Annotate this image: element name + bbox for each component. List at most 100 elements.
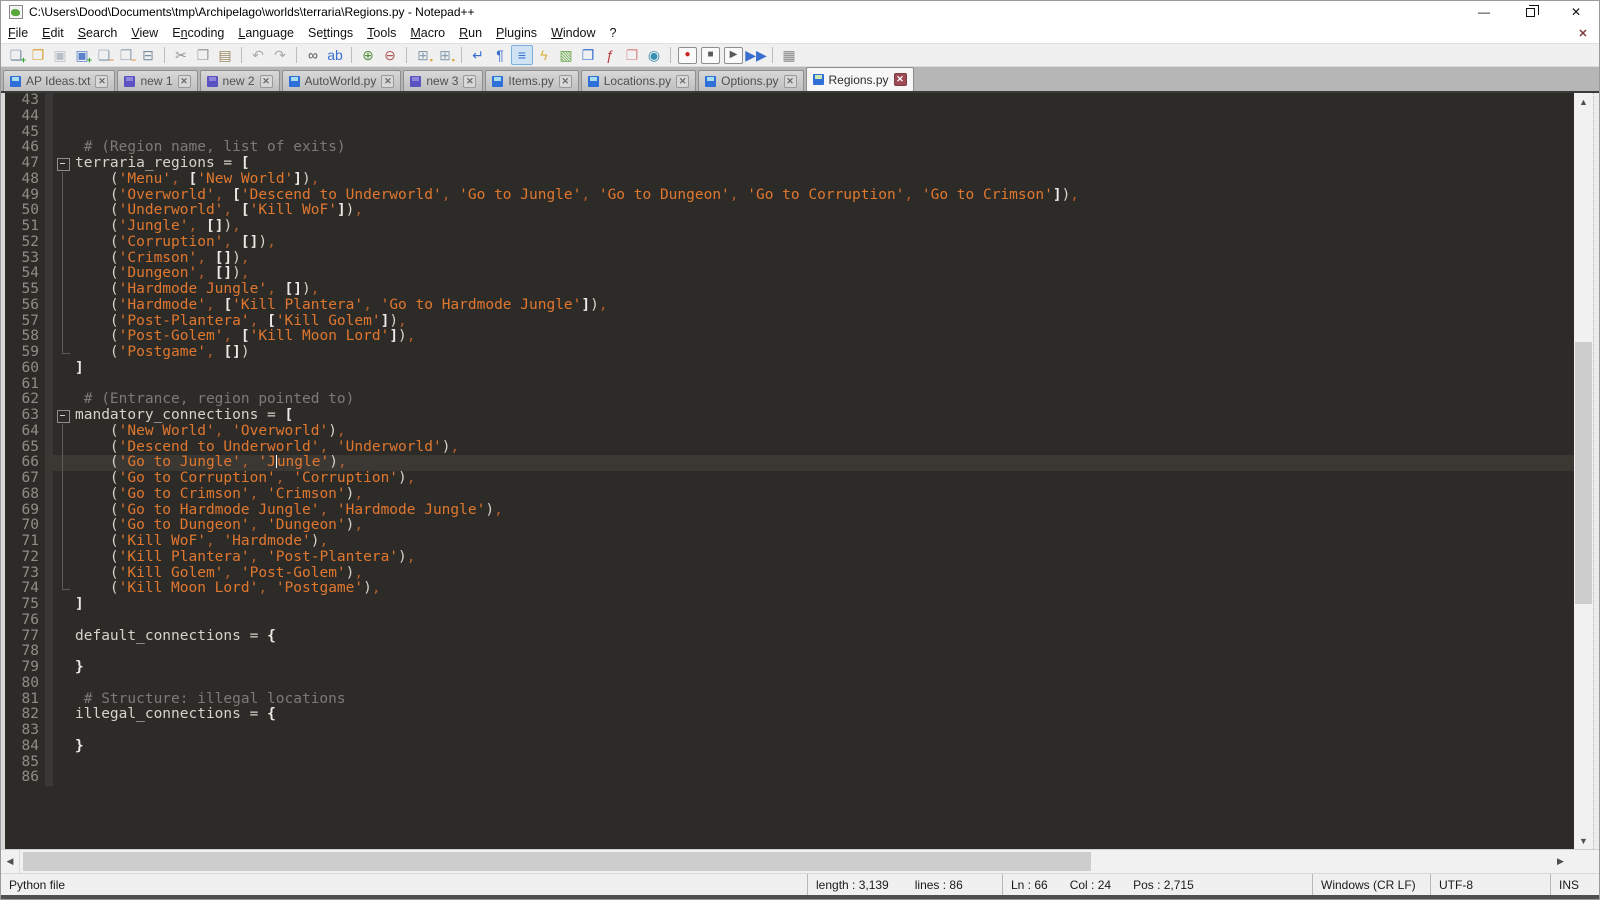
code-text[interactable]: ('Kill Moon Lord', 'Postgame'), — [73, 581, 381, 597]
menu-language[interactable]: Language — [231, 24, 301, 42]
menu-run[interactable]: Run — [452, 24, 489, 42]
menu-edit[interactable]: Edit — [35, 24, 71, 42]
code-text[interactable]: ('Go to Hardmode Jungle', 'Hardmode Jung… — [73, 503, 503, 519]
close-all-icon[interactable]: ❐− — [115, 45, 137, 65]
menu-plugins[interactable]: Plugins — [489, 24, 544, 42]
indent-guide-icon[interactable]: ≡ — [511, 45, 533, 65]
tab-close-icon[interactable]: ✕ — [95, 75, 108, 88]
macro-stop-icon[interactable]: ■ — [701, 47, 720, 64]
fold-collapse-icon[interactable] — [53, 156, 73, 172]
code-text[interactable]: ('Corruption', []), — [73, 235, 276, 251]
tab-ap-ideas.txt[interactable]: AP Ideas.txt✕ — [3, 70, 115, 91]
scroll-down-icon[interactable]: ▼ — [1574, 832, 1593, 849]
sync-horizontal-icon[interactable]: ⊞▪ — [434, 45, 456, 65]
code-text[interactable] — [73, 613, 75, 629]
open-folder-icon[interactable]: ❐ — [27, 45, 49, 65]
tab-items.py[interactable]: Items.py✕ — [485, 70, 578, 91]
vertical-scroll-thumb[interactable] — [1575, 342, 1592, 604]
menu-file[interactable]: File — [1, 24, 35, 42]
menu-tools[interactable]: Tools — [360, 24, 403, 42]
code-text[interactable] — [73, 644, 75, 660]
save-icon[interactable]: ▣ — [49, 45, 71, 65]
code-text[interactable]: ('Go to Jungle', 'Jungle'), — [73, 455, 1574, 471]
sync-vertical-icon[interactable]: ⊞▪ — [412, 45, 434, 65]
code-text[interactable]: ('Kill Plantera', 'Post-Plantera'), — [73, 550, 416, 566]
zoom-in-icon[interactable]: ⊕ — [357, 45, 379, 65]
replace-icon[interactable]: ab — [324, 45, 346, 65]
code-text[interactable]: ('Hardmode Jungle', []), — [73, 282, 319, 298]
code-text[interactable] — [73, 723, 75, 739]
code-text[interactable]: ('Go to Corruption', 'Corruption'), — [73, 471, 416, 487]
zoom-out-icon[interactable]: ⊖ — [379, 45, 401, 65]
macro-run-multiple-icon[interactable]: ▶▶ — [745, 45, 767, 65]
code-text[interactable]: ('Underworld', ['Kill WoF']), — [73, 203, 363, 219]
minimize-button[interactable]: — — [1461, 1, 1507, 23]
code-text[interactable] — [73, 109, 75, 125]
find-icon[interactable]: ∞ — [302, 45, 324, 65]
tab-close-icon[interactable]: ✕ — [381, 75, 394, 88]
code-text[interactable]: ('Crimson', []), — [73, 251, 250, 267]
code-text[interactable]: default_connections = { — [73, 629, 276, 645]
print-icon[interactable]: ⊟ — [137, 45, 159, 65]
code-text[interactable] — [73, 770, 75, 786]
save-all-icon[interactable]: ▣+ — [71, 45, 93, 65]
code-text[interactable]: ('Hardmode', ['Kill Plantera', 'Go to Ha… — [73, 298, 608, 314]
fold-collapse-icon[interactable] — [53, 408, 73, 424]
code-text[interactable]: # (Entrance, region pointed to) — [73, 392, 354, 408]
code-text[interactable]: ('Kill Golem', 'Post-Golem'), — [73, 566, 363, 582]
tab-close-icon[interactable]: ✕ — [260, 75, 273, 88]
code-text[interactable]: ('Descend to Underworld', 'Underworld'), — [73, 440, 459, 456]
tab-regions.py[interactable]: Regions.py✕ — [806, 67, 914, 91]
status-insert-mode[interactable]: INS — [1551, 874, 1599, 895]
scroll-left-icon[interactable]: ◀ — [1, 850, 20, 873]
document-close-icon[interactable]: ✕ — [1575, 25, 1591, 41]
code-text[interactable]: ('Dungeon', []), — [73, 266, 250, 282]
macro-save-icon[interactable]: ▦ — [778, 45, 800, 65]
code-text[interactable]: } — [73, 739, 84, 755]
tab-close-icon[interactable]: ✕ — [559, 75, 572, 88]
code-text[interactable]: terraria_regions = [ — [73, 156, 250, 172]
tab-close-icon[interactable]: ✕ — [178, 75, 191, 88]
code-text[interactable]: ('Go to Dungeon', 'Dungeon'), — [73, 518, 363, 534]
code-text[interactable]: ('Post-Plantera', ['Kill Golem']), — [73, 314, 407, 330]
new-file-icon[interactable]: ❏+ — [5, 45, 27, 65]
menu-search[interactable]: Search — [71, 24, 125, 42]
code-editor[interactable]: 43444546 # (Region name, list of exits)4… — [5, 93, 1574, 849]
tab-close-icon[interactable]: ✕ — [676, 75, 689, 88]
code-text[interactable]: ('Postgame', []) — [73, 345, 250, 361]
menu-settings[interactable]: Settings — [301, 24, 360, 42]
code-text[interactable]: mandatory_connections = [ — [73, 408, 293, 424]
undo-icon[interactable]: ↶ — [247, 45, 269, 65]
redo-icon[interactable]: ↷ — [269, 45, 291, 65]
code-text[interactable]: ('Jungle', []), — [73, 219, 241, 235]
menu-?[interactable]: ? — [603, 24, 624, 42]
tab-options.py[interactable]: Options.py✕ — [698, 70, 803, 91]
tab-locations.py[interactable]: Locations.py✕ — [581, 70, 696, 91]
paste-icon[interactable]: ▤ — [214, 45, 236, 65]
document-list-icon[interactable]: ❐ — [577, 45, 599, 65]
document-map-icon[interactable]: ▧ — [555, 45, 577, 65]
code-text[interactable] — [73, 125, 75, 141]
tab-new-1[interactable]: new 1✕ — [117, 70, 197, 91]
function-list-icon[interactable]: ƒ — [599, 45, 621, 65]
code-text[interactable]: ('Kill WoF', 'Hardmode'), — [73, 534, 328, 550]
code-text[interactable]: ('Menu', ['New World']), — [73, 172, 319, 188]
tab-close-icon[interactable]: ✕ — [894, 73, 907, 86]
code-text[interactable]: ('New World', 'Overworld'), — [73, 424, 346, 440]
code-text[interactable] — [73, 377, 75, 393]
vertical-scrollbar[interactable]: ▲ ▼ — [1574, 93, 1593, 849]
code-text[interactable]: } — [73, 660, 84, 676]
code-text[interactable]: ('Go to Crimson', 'Crimson'), — [73, 487, 363, 503]
code-text[interactable] — [73, 93, 75, 109]
code-text[interactable]: # (Region name, list of exits) — [73, 140, 346, 156]
tab-new-2[interactable]: new 2✕ — [200, 70, 280, 91]
cut-icon[interactable]: ✂ — [170, 45, 192, 65]
code-text[interactable]: ] — [73, 597, 84, 613]
define-language-icon[interactable]: ϟ — [533, 45, 555, 65]
close-icon[interactable]: ❏− — [93, 45, 115, 65]
menu-window[interactable]: Window — [544, 24, 602, 42]
tab-new-3[interactable]: new 3✕ — [403, 70, 483, 91]
macro-play-icon[interactable]: ▶ — [724, 47, 743, 64]
tab-autoworld.py[interactable]: AutoWorld.py✕ — [282, 70, 402, 91]
folder-workspace-icon[interactable]: ❐ — [621, 45, 643, 65]
